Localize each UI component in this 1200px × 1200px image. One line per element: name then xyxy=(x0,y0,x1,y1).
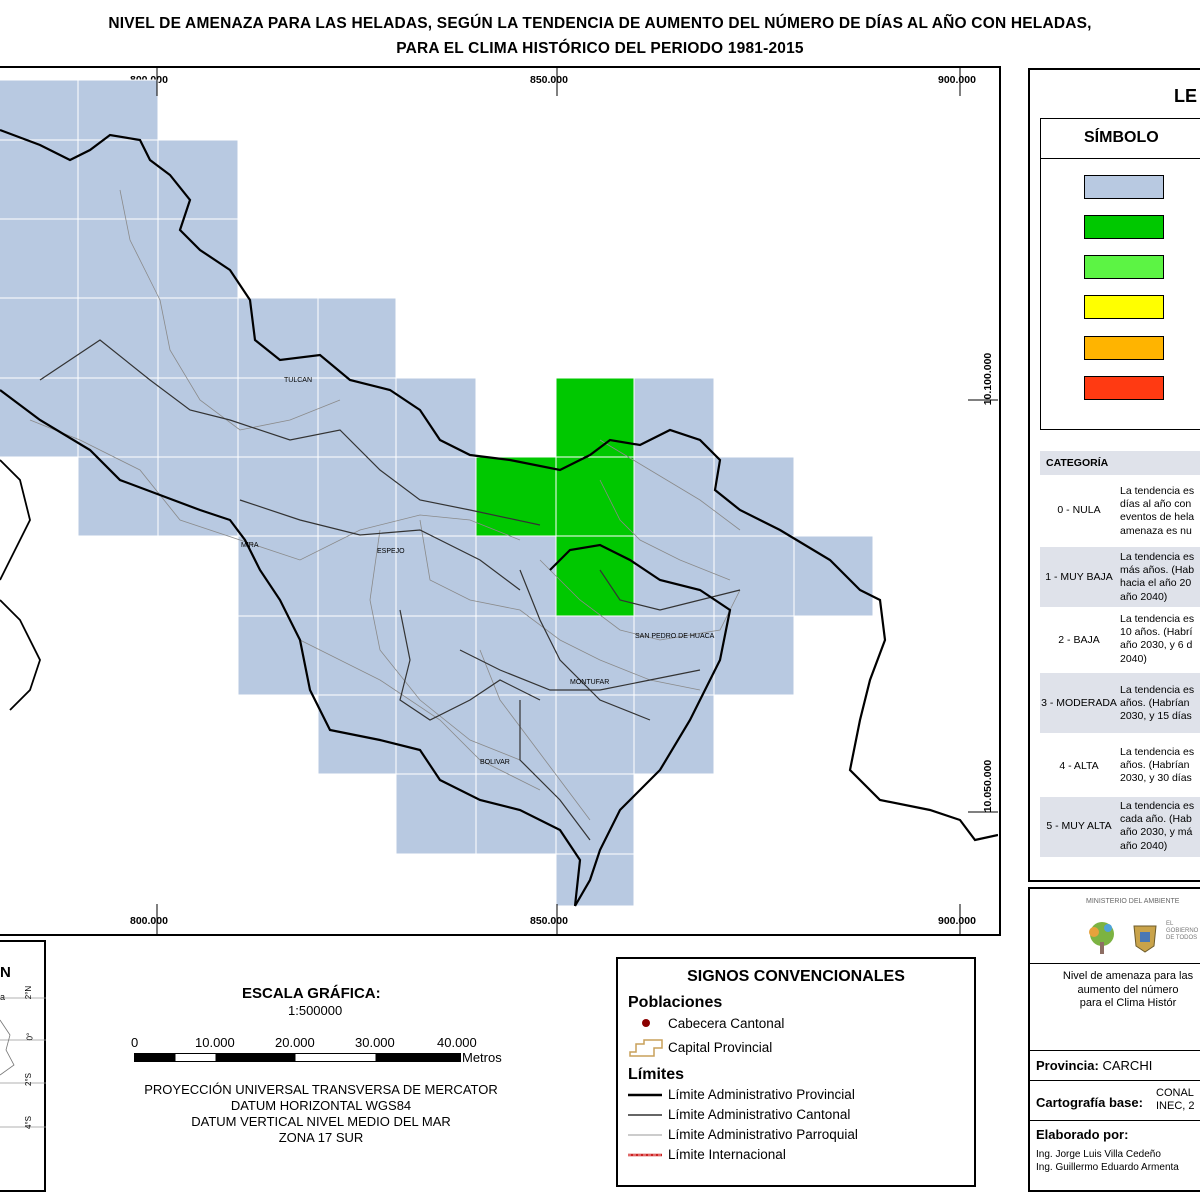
author-1: Ing. Jorge Luis Villa Cedeño xyxy=(1036,1149,1161,1160)
scale-tick-40000: 40.000 xyxy=(437,1035,477,1050)
limit-symbols xyxy=(628,1093,662,1157)
label-bolivar: BOLIVAR xyxy=(480,759,510,766)
label-tulcan: TULCAN xyxy=(284,377,312,384)
scale-tick-20000: 20.000 xyxy=(275,1035,315,1050)
category-label-0: 0 - NULA xyxy=(1057,504,1101,516)
cartografia-label: Cartografía base: xyxy=(1036,1095,1143,1110)
gobierno-logo-text: EL GOBIERNO DE TODOS xyxy=(1166,921,1199,941)
category-label-5: 5 - MUY ALTA xyxy=(1046,820,1112,832)
scale-title: ESCALA GRÁFICA: xyxy=(242,985,381,1002)
category-label-2: 2 - BAJA xyxy=(1058,634,1100,646)
elaborado-label: Elaborado por: xyxy=(1036,1127,1129,1142)
info-map-title: Nivel de amenaza para las aumento del núm… xyxy=(1062,970,1194,1009)
signs-poblaciones: Poblaciones xyxy=(628,994,723,1011)
signs-title: SIGNOS CONVENCIONALES xyxy=(687,968,905,985)
info-divider-1 xyxy=(1028,963,1200,964)
provincia-row: Provincia: CARCHI xyxy=(1036,1058,1153,1073)
legend-title: LE xyxy=(1174,86,1198,106)
cartografia-value: CONAL INEC, 2 xyxy=(1156,1087,1195,1112)
scale-tick-0: 0 xyxy=(131,1035,139,1050)
legend-swatch-baja xyxy=(1084,255,1164,279)
legend-symbol-header: SÍMBOLO xyxy=(1084,129,1159,146)
inset-lat-2n: 2°N xyxy=(24,985,34,1000)
category-label-1: 1 - MUY BAJA xyxy=(1045,571,1113,583)
coat-of-arms-icon xyxy=(1133,925,1157,953)
ministerio-text: MINISTERIO DEL AMBIENTE xyxy=(1086,898,1180,905)
scale-bar xyxy=(134,1053,461,1062)
inset-title: N xyxy=(0,964,11,981)
signs-capital: Capital Provincial xyxy=(668,1040,773,1055)
scale-ratio: 1:500000 xyxy=(288,1003,343,1018)
projection-line3: DATUM VERTICAL NIVEL MEDIO DEL MAR xyxy=(191,1114,451,1129)
scale-tick-30000: 30.000 xyxy=(355,1035,395,1050)
signs-provincial: Límite Administrativo Provincial xyxy=(668,1087,855,1102)
cabecera-symbol xyxy=(642,1019,650,1027)
label-espejo: ESPEJO xyxy=(377,548,405,555)
label-mira: MIRA xyxy=(241,542,259,549)
label-san-pedro-de-huaca: SAN PEDRO DE HUACA xyxy=(635,633,715,640)
legend-swatch-alta xyxy=(1084,336,1164,360)
inset-lat-0: 0° xyxy=(25,1032,35,1041)
international-boundary xyxy=(0,459,41,711)
signs-limites: Límites xyxy=(628,1066,685,1083)
category-label-3: 3 - MODERADA xyxy=(1041,697,1117,709)
category-label-4: 4 - ALTA xyxy=(1059,760,1099,772)
legend-swatch-muy-baja xyxy=(1084,215,1164,239)
projection-line1: PROYECCIÓN UNIVERSAL TRANSVERSA DE MERCA… xyxy=(144,1082,498,1097)
map-canvas: TULCAN MIRA ESPEJO SAN PEDRO DE HUACA MO… xyxy=(0,68,998,934)
category-desc-0: La tendencia es días al año con eventos de… xyxy=(1120,485,1195,537)
inset-lat-4s: 4°S xyxy=(23,1116,33,1129)
category-desc-1: La tendencia es más años. (Hab hacia el añ… xyxy=(1120,551,1195,603)
info-divider-3 xyxy=(1028,1080,1200,1081)
category-desc-4: La tendencia es años. (Habrían 2030, y 30 … xyxy=(1120,746,1195,785)
legend-swatch-nula xyxy=(1084,175,1164,199)
projection-line2: DATUM HORIZONTAL WGS84 xyxy=(230,1098,412,1113)
signs-cabecera: Cabecera Cantonal xyxy=(668,1016,785,1031)
signs-parroquial: Límite Administrativo Parroquial xyxy=(668,1127,858,1142)
legend-swatch-muy-alta xyxy=(1084,376,1164,400)
category-desc-5: La tendencia es cada año. (Hab año 2030, y… xyxy=(1120,800,1195,852)
projection-line4: ZONA 17 SUR xyxy=(278,1130,364,1145)
label-montufar: MONTUFAR xyxy=(570,679,609,686)
capital-symbol xyxy=(629,1039,663,1057)
signs-internacional: Límite Internacional xyxy=(668,1147,786,1162)
legend-header-divider xyxy=(1040,158,1200,159)
legend-swatch-moderada xyxy=(1084,295,1164,319)
info-divider-4 xyxy=(1028,1120,1200,1121)
category-desc-3: La tendencia es años. (Habrían 2030, y 15 … xyxy=(1120,684,1195,723)
author-2: Ing. Guillermo Eduardo Armenta xyxy=(1036,1162,1179,1173)
category-desc-2: La tendencia es 10 años. (Habrí año 2030, … xyxy=(1120,613,1195,665)
threat-cells-nula xyxy=(0,79,874,907)
scale-unit: Metros xyxy=(462,1050,502,1065)
tree-logo-icon xyxy=(1089,922,1114,954)
signs-cantonal: Límite Administrativo Cantonal xyxy=(668,1107,851,1122)
scale-tick-10000: 10.000 xyxy=(195,1035,235,1050)
info-divider-2 xyxy=(1028,1050,1200,1051)
category-header: CATEGORÍA xyxy=(1046,457,1109,469)
inset-lat-2s: 2°S xyxy=(23,1073,33,1086)
